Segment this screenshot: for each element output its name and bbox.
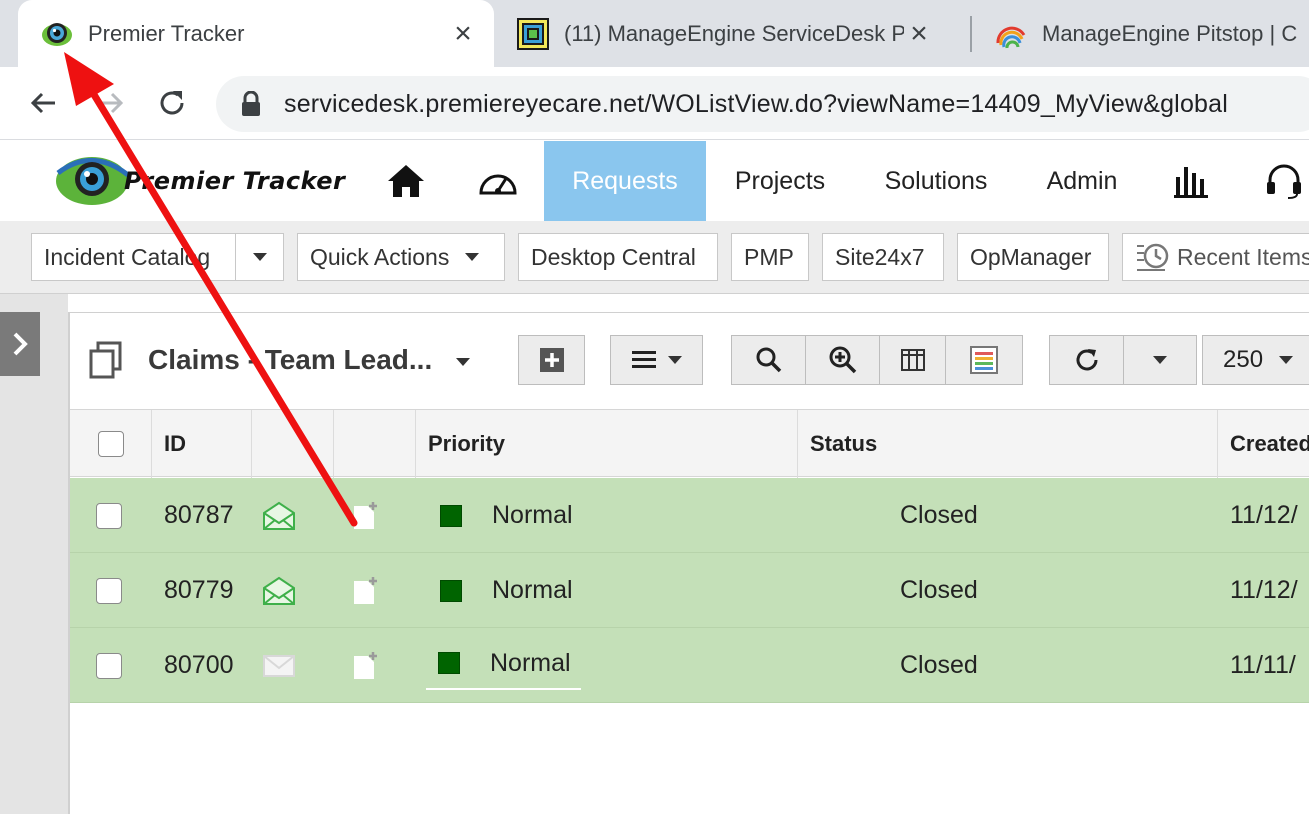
annotation-arrow-icon <box>64 52 358 527</box>
